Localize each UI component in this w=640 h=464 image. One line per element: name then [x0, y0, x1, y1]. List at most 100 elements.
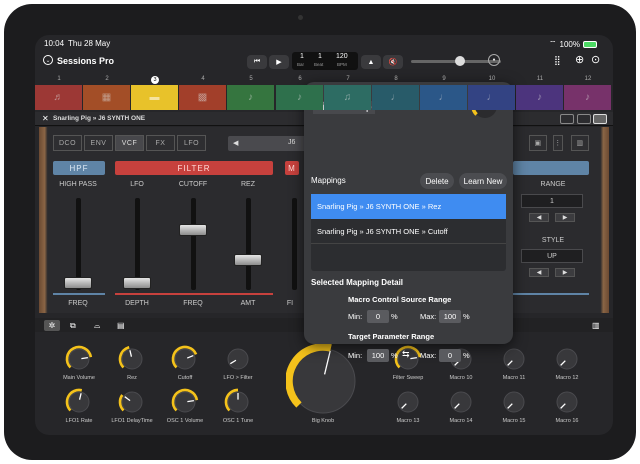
- gear-icon: ✲: [48, 321, 56, 330]
- more-icon[interactable]: ⊙: [591, 53, 600, 66]
- m-header: M: [285, 161, 299, 175]
- target-min-input[interactable]: 100: [367, 349, 389, 362]
- mute-count-in-button[interactable]: 🔇: [383, 55, 403, 69]
- fader-handle-rez[interactable]: [234, 253, 262, 266]
- macro-knob[interactable]: [117, 344, 147, 374]
- macro-knob[interactable]: [499, 387, 529, 417]
- chevron-down-icon[interactable]: ⌄: [43, 55, 53, 65]
- range-value[interactable]: 1: [521, 194, 583, 208]
- macro-knob[interactable]: [552, 387, 582, 417]
- view-medium-icon[interactable]: [577, 114, 591, 124]
- cutoff-label: CUTOFF: [178, 181, 208, 188]
- macro-view-button[interactable]: ✲: [44, 320, 60, 331]
- macro-knob-label: Big Knob: [311, 418, 335, 424]
- track-number-selected: 3: [151, 76, 159, 84]
- guitar-icon: ♪: [248, 92, 253, 103]
- rewind-button[interactable]: ⏮: [247, 55, 267, 69]
- macro-knob[interactable]: [393, 387, 423, 417]
- style-prev-icon[interactable]: ◀: [529, 268, 549, 277]
- delete-button[interactable]: Delete: [420, 173, 454, 189]
- source-min-label: Min:: [348, 312, 363, 321]
- macro-knob[interactable]: [552, 344, 582, 374]
- macro-knob[interactable]: [64, 387, 94, 417]
- source-max-label: Max:: [420, 312, 437, 321]
- source-range-title: Macro Control Source Range: [348, 295, 452, 304]
- macro-knob-label: LFO1 Rate: [65, 418, 93, 424]
- macro-knob[interactable]: [170, 344, 200, 374]
- panel-option-icon[interactable]: ▣: [529, 135, 547, 151]
- swap-icon[interactable]: ⇆: [402, 349, 410, 360]
- macro-knob[interactable]: [117, 387, 147, 417]
- master-volume-thumb[interactable]: [455, 56, 465, 66]
- amt-label: AMT: [240, 300, 256, 307]
- style-value[interactable]: UP: [521, 249, 583, 263]
- arp-header: [513, 161, 589, 175]
- track-tile[interactable]: ▦: [83, 85, 130, 110]
- macro-knob[interactable]: [170, 387, 200, 417]
- source-max-input[interactable]: 100: [439, 310, 461, 323]
- bpm-label: BPM: [337, 62, 347, 67]
- guitar-icon: ♪: [585, 92, 590, 103]
- record-icon[interactable]: ●: [488, 54, 500, 66]
- mapping-item[interactable]: Snarling Pig » J6 SYNTH ONE » Cutoff: [311, 219, 506, 244]
- rewind-icon: ⏮: [253, 58, 261, 65]
- keyboard-icon[interactable]: ▤: [117, 321, 125, 330]
- target-max-input[interactable]: 0: [439, 349, 461, 362]
- mapping-item[interactable]: Snarling Pig » J6 SYNTH ONE » Rez: [311, 194, 506, 219]
- bpm-value: 120: [336, 53, 348, 60]
- hpf-header: HPF: [53, 161, 105, 175]
- track-tile[interactable]: ♪: [516, 85, 563, 110]
- synth-tab-vcf[interactable]: VCF: [115, 135, 144, 151]
- play-button[interactable]: ▶: [269, 55, 289, 69]
- play-icon: ▶: [276, 59, 282, 66]
- synth-tab-fx[interactable]: FX: [146, 135, 175, 151]
- style-next-icon[interactable]: ▶: [555, 268, 575, 277]
- grid-icon[interactable]: ⣿: [554, 55, 561, 66]
- macro-mapping-popover: Filter Sweep Mappings Delete Learn New S…: [304, 82, 513, 344]
- range-down-icon[interactable]: ◀: [529, 213, 549, 222]
- track-tile[interactable]: ♪: [564, 85, 611, 110]
- range-up-icon[interactable]: ▶: [555, 213, 575, 222]
- synth-tab-env[interactable]: ENV: [84, 135, 113, 151]
- mixer-icon[interactable]: ▥: [592, 321, 600, 330]
- track-tile[interactable]: ♪: [276, 85, 323, 110]
- track-tile[interactable]: ♫: [324, 85, 371, 110]
- source-max-pct: %: [463, 312, 470, 321]
- view-compact-icon[interactable]: [560, 114, 574, 124]
- saxophone-icon: ♪: [537, 92, 542, 103]
- preset-selector[interactable]: ◀ J6: [228, 136, 306, 151]
- track-number: 9: [442, 76, 446, 82]
- track-tile[interactable]: ♩: [420, 85, 467, 110]
- view-full-icon[interactable]: [593, 114, 607, 124]
- clip-view-icon[interactable]: ⧉: [70, 321, 76, 331]
- track-tile[interactable]: ♩: [372, 85, 419, 110]
- macro-knob[interactable]: [223, 387, 253, 417]
- macro-knob[interactable]: [223, 344, 253, 374]
- track-tile[interactable]: ♬: [35, 85, 82, 110]
- panel-layout-icon[interactable]: ▥: [571, 135, 589, 151]
- preset-prev-icon[interactable]: ◀: [233, 139, 238, 147]
- track-tile[interactable]: ▬: [131, 85, 178, 110]
- track-tile[interactable]: ♩: [468, 85, 515, 110]
- fader-handle-lfo[interactable]: [123, 276, 151, 289]
- tape-icon[interactable]: ⌓: [94, 321, 100, 331]
- track-tile[interactable]: ▩: [179, 85, 226, 110]
- track-tile[interactable]: ♪: [227, 85, 274, 110]
- panel-split-icon[interactable]: ⋮: [553, 135, 563, 151]
- target-max-pct: %: [463, 351, 470, 360]
- metronome-button[interactable]: ▲: [361, 55, 381, 69]
- source-min-input[interactable]: 0: [367, 310, 389, 323]
- macro-knob[interactable]: [499, 344, 529, 374]
- synth-tab-lfo[interactable]: LFO: [177, 135, 206, 151]
- rez-label: REZ: [241, 181, 255, 188]
- session-title: Sessions Pro: [57, 56, 115, 66]
- macro-knob[interactable]: [64, 344, 94, 374]
- fader-handle-high-pass[interactable]: [64, 276, 92, 289]
- macro-knob[interactable]: [446, 387, 476, 417]
- close-icon[interactable]: ✕: [42, 114, 49, 123]
- synth-tab-dco[interactable]: DCO: [53, 135, 82, 151]
- add-icon[interactable]: ⊕: [575, 53, 584, 66]
- track-number: 5: [249, 76, 253, 82]
- fader-handle-cutoff[interactable]: [179, 224, 207, 237]
- learn-new-button[interactable]: Learn New: [459, 173, 507, 189]
